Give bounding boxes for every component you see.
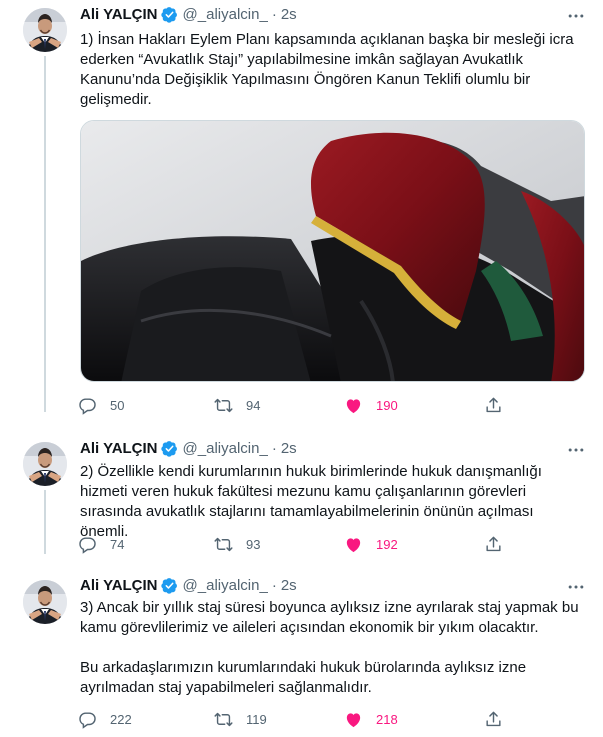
- thread-line: [44, 56, 46, 412]
- like-icon: [344, 396, 363, 415]
- tweet-paragraph: Bu arkadaşlarımızın kurumlarındaki hukuk…: [80, 659, 527, 696]
- like-button[interactable]: 192: [344, 534, 398, 554]
- retweet-button[interactable]: 93: [214, 534, 260, 554]
- retweet-count: 93: [246, 536, 261, 552]
- avatar[interactable]: [23, 8, 67, 52]
- separator: ·: [271, 439, 277, 457]
- reply-count: 74: [110, 536, 125, 552]
- like-icon: [344, 535, 363, 554]
- tweet-text: 1) İnsan Hakları Eylem Planı kapsamında …: [80, 30, 580, 110]
- tweet-header: Ali YALÇIN @_aliyalcin_ · 2s: [80, 438, 297, 458]
- timestamp[interactable]: 2s: [281, 440, 297, 457]
- share-button[interactable]: [484, 709, 503, 729]
- retweet-count: 119: [246, 711, 267, 727]
- tweet-actions: 222 119 218: [78, 709, 508, 729]
- more-options-icon[interactable]: [566, 6, 586, 26]
- tweet-paragraph: 1) İnsan Hakları Eylem Planı kapsamında …: [80, 31, 574, 108]
- like-button[interactable]: 218: [344, 709, 398, 729]
- author-handle[interactable]: @_aliyalcin_: [183, 577, 268, 594]
- retweet-icon: [214, 710, 233, 729]
- tweet-paragraph: 3) Ancak bir yıllık staj süresi boyunca …: [80, 599, 579, 636]
- like-icon: [344, 710, 363, 729]
- share-button[interactable]: [484, 534, 503, 554]
- retweet-button[interactable]: 94: [214, 395, 260, 415]
- verified-badge-icon: [161, 577, 178, 594]
- like-button[interactable]: 190: [344, 395, 398, 415]
- share-icon: [484, 535, 503, 554]
- more-options-icon[interactable]: [566, 577, 586, 597]
- author-name[interactable]: Ali YALÇIN: [80, 577, 158, 594]
- thread-line: [44, 490, 46, 554]
- reply-icon: [78, 710, 97, 729]
- tweet-paragraph: 2) Özellikle kendi kurumlarının hukuk bi…: [80, 463, 542, 540]
- retweet-count: 94: [246, 397, 261, 413]
- reply-count: 222: [110, 711, 132, 727]
- timestamp[interactable]: 2s: [281, 6, 297, 23]
- separator: ·: [271, 5, 277, 23]
- tweet-text: 2) Özellikle kendi kurumlarının hukuk bi…: [80, 462, 580, 542]
- reply-button[interactable]: 74: [78, 534, 124, 554]
- share-icon: [484, 710, 503, 729]
- like-count: 190: [376, 397, 398, 413]
- tweet-image-lawyer-robe[interactable]: [80, 120, 585, 382]
- like-count: 192: [376, 536, 398, 552]
- verified-badge-icon: [161, 440, 178, 457]
- author-name[interactable]: Ali YALÇIN: [80, 440, 158, 457]
- avatar[interactable]: [23, 442, 67, 486]
- tweet-actions: 74 93 192: [78, 534, 508, 554]
- separator: ·: [271, 576, 277, 594]
- tweet-header: Ali YALÇIN @_aliyalcin_ · 2s: [80, 575, 297, 595]
- author-name[interactable]: Ali YALÇIN: [80, 6, 158, 23]
- reply-count: 50: [110, 397, 125, 413]
- avatar[interactable]: [23, 580, 67, 624]
- reply-button[interactable]: 50: [78, 395, 124, 415]
- share-icon: [484, 396, 503, 415]
- reply-icon: [78, 535, 97, 554]
- like-count: 218: [376, 711, 398, 727]
- share-button[interactable]: [484, 395, 503, 415]
- author-handle[interactable]: @_aliyalcin_: [183, 6, 268, 23]
- reply-icon: [78, 396, 97, 415]
- reply-button[interactable]: 222: [78, 709, 132, 729]
- retweet-icon: [214, 535, 233, 554]
- more-options-icon[interactable]: [566, 440, 586, 460]
- retweet-button[interactable]: 119: [214, 709, 267, 729]
- tweet-text: 3) Ancak bir yıllık staj süresi boyunca …: [80, 598, 580, 698]
- verified-badge-icon: [161, 6, 178, 23]
- author-handle[interactable]: @_aliyalcin_: [183, 440, 268, 457]
- tweet-header: Ali YALÇIN @_aliyalcin_ · 2s: [80, 4, 297, 24]
- retweet-icon: [214, 396, 233, 415]
- timestamp[interactable]: 2s: [281, 577, 297, 594]
- tweet-actions: 50 94 190: [78, 395, 508, 415]
